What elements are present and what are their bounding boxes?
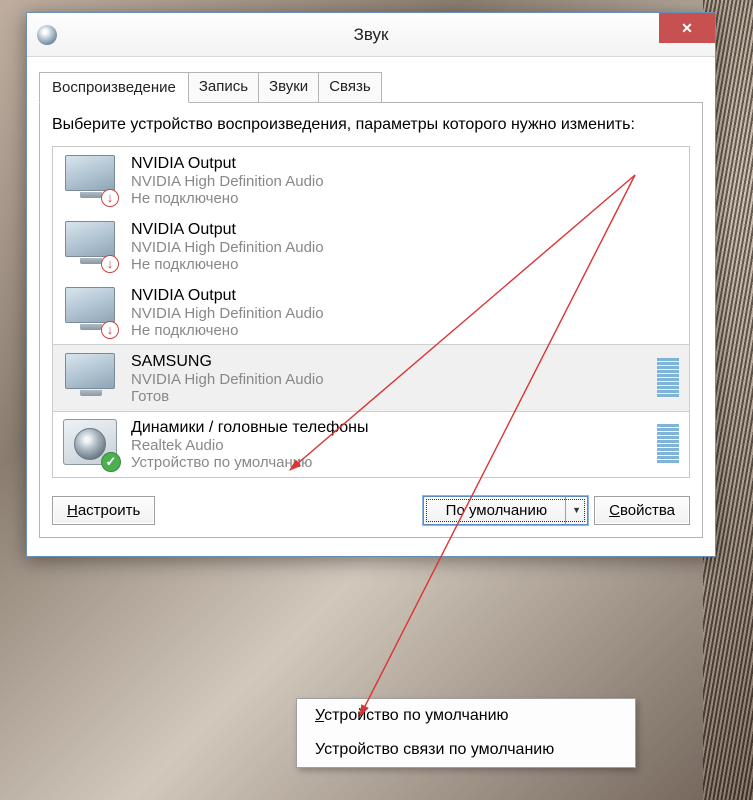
device-text: NVIDIA Output NVIDIA High Definition Aud… — [131, 285, 681, 339]
speaker-device-icon — [59, 417, 123, 469]
device-status: Не подключено — [131, 322, 681, 339]
configure-button[interactable]: Настроить — [52, 496, 155, 525]
device-driver: NVIDIA High Definition Audio — [131, 239, 681, 256]
device-status: Не подключено — [131, 190, 681, 207]
disconnected-overlay-icon — [101, 255, 119, 273]
sound-icon — [37, 25, 57, 45]
tab-recording[interactable]: Запись — [188, 72, 259, 103]
device-driver: NVIDIA High Definition Audio — [131, 173, 681, 190]
set-default-split-button[interactable]: По умолчанию — [423, 496, 588, 525]
device-list[interactable]: NVIDIA Output NVIDIA High Definition Aud… — [52, 146, 690, 478]
device-item-nvidia-3[interactable]: NVIDIA Output NVIDIA High Definition Aud… — [53, 279, 689, 345]
button-row: Настроить По умолчанию Свойства — [52, 496, 690, 525]
device-item-samsung[interactable]: SAMSUNG NVIDIA High Definition Audio Гот… — [52, 344, 690, 412]
level-meter-icon — [657, 424, 679, 463]
device-status: Готов — [131, 388, 657, 405]
device-driver: NVIDIA High Definition Audio — [131, 371, 657, 388]
monitor-icon — [59, 219, 123, 271]
monitor-icon — [59, 153, 123, 205]
menu-item-default-device[interactable]: Устройство по умолчанию — [297, 699, 635, 733]
set-default-button-label[interactable]: По умолчанию — [424, 497, 565, 524]
window-content: Воспроизведение Запись Звуки Связь Выбер… — [27, 57, 715, 556]
device-name: NVIDIA Output — [131, 287, 681, 305]
close-button[interactable]: ✕ — [659, 13, 715, 43]
properties-button[interactable]: Свойства — [594, 496, 690, 525]
device-name: Динамики / головные телефоны — [131, 419, 657, 437]
device-name: NVIDIA Output — [131, 221, 681, 239]
sound-settings-window: Звук ✕ Воспроизведение Запись Звуки Связ… — [26, 12, 716, 557]
tab-strip: Воспроизведение Запись Звуки Связь — [39, 72, 703, 103]
device-driver: NVIDIA High Definition Audio — [131, 305, 681, 322]
device-text: NVIDIA Output NVIDIA High Definition Aud… — [131, 153, 681, 207]
tab-sounds[interactable]: Звуки — [258, 72, 319, 103]
titlebar[interactable]: Звук ✕ — [27, 13, 715, 57]
device-name: SAMSUNG — [131, 353, 657, 371]
device-item-nvidia-1[interactable]: NVIDIA Output NVIDIA High Definition Aud… — [53, 147, 689, 213]
playback-panel: Выберите устройство воспроизведения, пар… — [39, 102, 703, 538]
menu-item-default-comm-device[interactable]: Устройство связи по умолчанию — [297, 733, 635, 767]
device-item-nvidia-2[interactable]: NVIDIA Output NVIDIA High Definition Aud… — [53, 213, 689, 279]
close-icon: ✕ — [681, 20, 693, 37]
disconnected-overlay-icon — [101, 189, 119, 207]
instruction-text: Выберите устройство воспроизведения, пар… — [52, 115, 690, 136]
monitor-icon — [59, 285, 123, 337]
device-item-speakers[interactable]: Динамики / головные телефоны Realtek Aud… — [53, 411, 689, 477]
monitor-icon — [59, 351, 123, 403]
device-status: Устройство по умолчанию — [131, 454, 657, 471]
tab-playback[interactable]: Воспроизведение — [39, 72, 189, 103]
default-dropdown-menu: Устройство по умолчанию Устройство связи… — [296, 698, 636, 768]
window-title: Звук — [27, 25, 715, 45]
device-text: NVIDIA Output NVIDIA High Definition Aud… — [131, 219, 681, 273]
device-name: NVIDIA Output — [131, 155, 681, 173]
device-text: Динамики / головные телефоны Realtek Aud… — [131, 417, 657, 471]
disconnected-overlay-icon — [101, 321, 119, 339]
tab-communications[interactable]: Связь — [318, 72, 381, 103]
device-driver: Realtek Audio — [131, 437, 657, 454]
dropdown-arrow-icon[interactable] — [565, 497, 587, 524]
default-check-overlay-icon — [101, 452, 121, 472]
device-status: Не подключено — [131, 256, 681, 273]
device-text: SAMSUNG NVIDIA High Definition Audio Гот… — [131, 351, 657, 405]
level-meter-icon — [657, 358, 679, 397]
